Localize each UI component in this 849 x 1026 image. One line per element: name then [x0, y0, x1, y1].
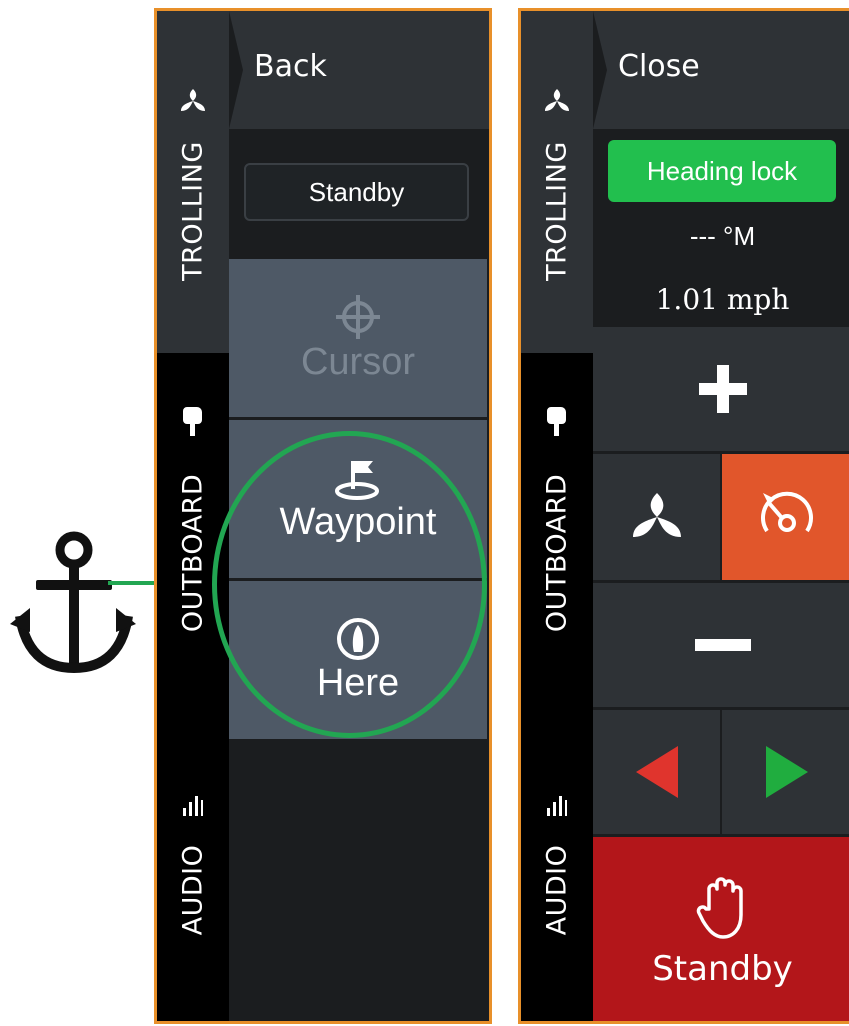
tab-outboard[interactable]: OUTBOARD — [157, 353, 229, 690]
standby-mode-button[interactable]: Standby — [244, 163, 469, 221]
increase-button[interactable] — [593, 327, 849, 451]
arrow-right-icon — [766, 746, 808, 798]
menu-item-cursor: Cursor — [229, 259, 487, 417]
steer-right-button[interactable] — [722, 710, 849, 834]
tab-trolling[interactable]: TROLLING — [521, 11, 593, 353]
tab-trolling[interactable]: TROLLING — [157, 11, 229, 353]
close-button[interactable]: Close — [593, 11, 849, 129]
audio-bars-icon — [183, 796, 203, 816]
propeller-icon — [632, 493, 681, 537]
speedometer-icon — [761, 491, 813, 533]
steer-left-button[interactable] — [593, 710, 720, 834]
heading-lock-button[interactable]: Heading lock — [608, 140, 836, 202]
anchor-icon — [10, 531, 136, 674]
propeller-icon — [545, 89, 569, 111]
right-pilot-panel: TROLLING OUTBOARD AUDIO Close Heading lo… — [518, 8, 849, 1024]
tab-audio[interactable]: AUDIO — [521, 690, 593, 1021]
crosshair-icon — [336, 294, 380, 339]
minus-icon — [694, 639, 751, 651]
menu-label-cursor: Cursor — [300, 340, 416, 383]
tab-label-outboard: OUTBOARD — [541, 473, 573, 633]
tab-label-outboard: OUTBOARD — [177, 473, 209, 633]
speed-mode-button[interactable] — [722, 454, 849, 580]
standby-label: Standby — [652, 949, 793, 989]
back-label: Back — [254, 49, 327, 84]
tab-label-trolling: TROLLING — [177, 141, 209, 281]
decrease-button[interactable] — [593, 583, 849, 707]
hand-stop-icon — [696, 877, 743, 939]
trolling-prop-button[interactable] — [593, 454, 720, 580]
close-label: Close — [618, 49, 700, 84]
plus-icon — [698, 365, 747, 413]
standby-button[interactable]: Standby — [593, 837, 849, 1021]
propeller-icon — [181, 89, 205, 111]
tab-label-audio: AUDIO — [541, 844, 573, 936]
tab-audio[interactable]: AUDIO — [157, 690, 229, 1021]
tab-outboard[interactable]: OUTBOARD — [521, 353, 593, 690]
audio-bars-icon — [547, 796, 567, 816]
tab-label-trolling: TROLLING — [541, 141, 573, 281]
back-button[interactable]: Back — [229, 11, 489, 129]
speed-readout: 1.01 mph — [655, 283, 790, 316]
highlight-ring — [212, 431, 487, 738]
arrow-left-icon — [635, 746, 678, 798]
outboard-motor-icon — [547, 407, 566, 436]
tab-label-audio: AUDIO — [177, 844, 209, 936]
heading-readout: --- °M — [689, 221, 756, 251]
outboard-motor-icon — [183, 407, 202, 436]
